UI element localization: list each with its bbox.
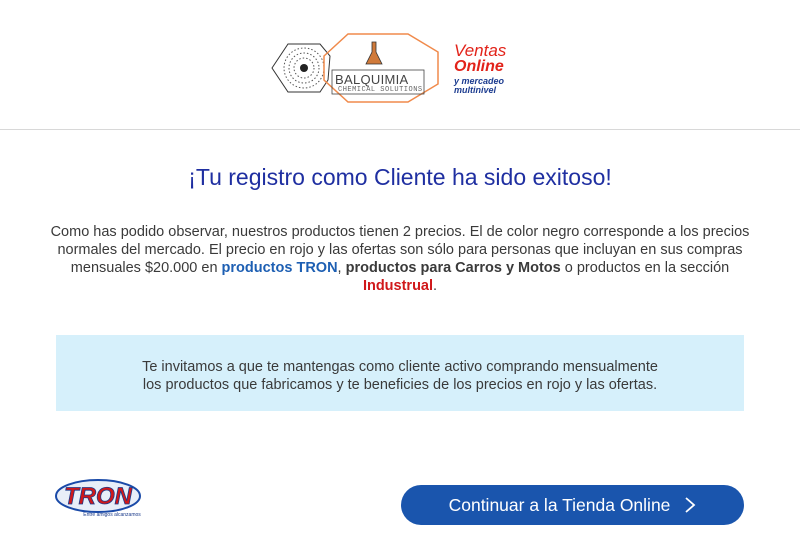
tron-logo-icon: TRON Entre amigos alcanzamos xyxy=(55,479,141,518)
balquimia-logo[interactable]: BALQUIMIA CHEMICAL SOLUTIONS xyxy=(268,32,443,104)
promo-badge: Ventas Online y mercadeo multinivel xyxy=(454,42,534,95)
info-paragraph: Como has podido observar, nuestros produ… xyxy=(48,223,752,295)
para-text-3: o productos en la sección xyxy=(560,260,730,276)
page-title: ¡Tu registro como Cliente ha sido exitos… xyxy=(188,164,612,190)
continue-to-store-button[interactable]: Continuar a la Tienda Online xyxy=(401,485,744,525)
logo-subtitle: CHEMICAL SOLUTIONS xyxy=(338,86,423,94)
continue-button-label: Continuar a la Tienda Online xyxy=(448,494,671,515)
link-productos-tron[interactable]: productos TRON xyxy=(222,260,338,276)
header: BALQUIMIA CHEMICAL SOLUTIONS Ventas Onli… xyxy=(0,0,800,130)
notice-line-2: los productos que fabricamos y te benefi… xyxy=(142,377,658,393)
tron-logo[interactable]: TRON Entre amigos alcanzamos xyxy=(54,474,144,524)
promo-line-4: multinivel xyxy=(454,85,497,95)
link-industrual[interactable]: Industrual xyxy=(363,278,433,294)
para-text-2: , xyxy=(337,260,346,276)
notice-box: Te invitamos a que te mantengas como cli… xyxy=(56,335,744,411)
header-divider xyxy=(0,129,800,130)
para-text-4: . xyxy=(433,278,438,294)
logo-text: BALQUIMIA xyxy=(335,72,409,87)
notice-text: Te invitamos a que te mantengas como cli… xyxy=(56,358,744,394)
chevron-right-icon xyxy=(685,497,696,513)
promo-line-2: Online xyxy=(454,58,504,75)
promo-line-1: Ventas xyxy=(454,41,507,60)
notice-line-1: Te invitamos a que te mantengas como cli… xyxy=(142,359,658,375)
tron-tagline: Entre amigos alcanzamos xyxy=(83,512,141,518)
tron-logo-text: TRON xyxy=(64,483,133,510)
link-productos-carros-motos[interactable]: productos para Carros y Motos xyxy=(346,260,561,276)
